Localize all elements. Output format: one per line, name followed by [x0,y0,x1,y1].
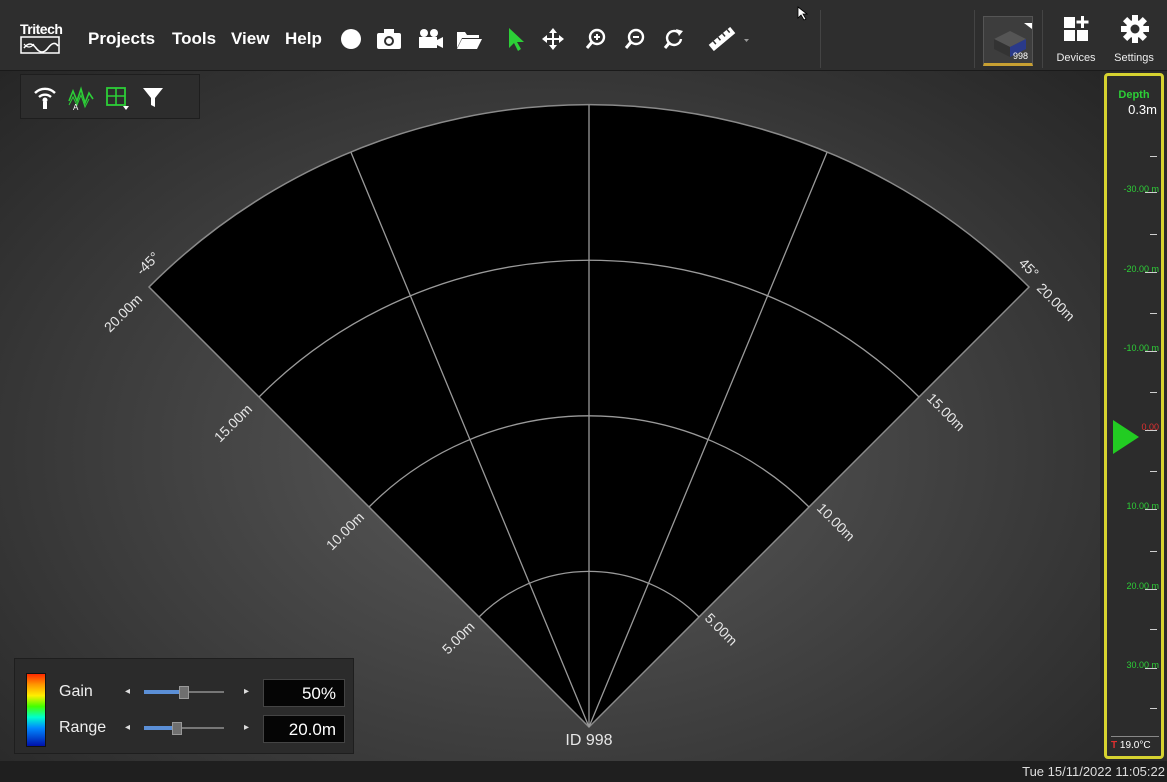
temperature-value: 19.0°C [1119,740,1151,751]
depth-position-marker [1113,420,1139,454]
filter-icon[interactable] [139,83,167,111]
depth-scale-tick [1150,313,1157,314]
pan-move-icon[interactable] [538,24,568,54]
depth-scale-tick [1150,234,1157,235]
sonar-id-label: ID 998 [565,732,612,749]
reset-view-icon[interactable] [659,24,689,54]
gain-range-panel: Gain ◂ ▸ 50% Range ◂ ▸ 20.0m [14,658,354,754]
depth-scale-tick [1150,471,1157,472]
depth-scale-tick [1150,708,1157,709]
menu-view[interactable]: View [231,29,269,49]
range-value-field[interactable]: 20.0m [263,715,345,743]
depth-scale-tick [1150,156,1157,157]
range-label-left-10m: 10.00m [323,509,367,553]
display-filter-bar: A [20,74,200,119]
select-pointer-icon[interactable] [500,24,530,54]
depth-scale-tick [1150,551,1157,552]
logo-text: Tritech [20,21,63,37]
gain-value-field[interactable]: 50% [263,679,345,707]
depth-scale-label: 30.00 m [1126,660,1159,670]
folder-open-icon[interactable] [454,24,484,54]
toolbar-separator [974,10,975,68]
device-id-label: 998 [1012,51,1028,61]
range-label-right-20m: 20.00m [1034,280,1078,324]
menu-tools[interactable]: Tools [172,29,216,49]
gain-slider[interactable] [144,685,224,699]
logo-wave-icon [20,36,60,54]
toolbar-separator [1042,10,1043,68]
zoom-out-icon[interactable] [620,24,650,54]
top-toolbar: Tritech Projects Tools View Help 998 Dev… [0,0,1167,71]
depth-scale-label: -30.00 m [1123,184,1159,194]
video-camera-icon[interactable] [415,24,445,54]
depth-gauge: Depth 0.3m -30.00 m -20.00 m -10.00 m 0.… [1104,73,1164,759]
settings-label: Settings [1114,52,1154,64]
gain-increase-arrow-icon[interactable]: ▸ [244,686,249,697]
range-label-right-5m: 5.00m [702,610,741,649]
range-label: Range [59,719,107,736]
devices-label: Devices [1056,52,1096,64]
color-palette-bar[interactable] [26,673,46,747]
auto-gain-icon[interactable]: A [67,83,95,112]
gain-label: Gain [59,683,93,700]
depth-scale-label: 20.00 m [1126,581,1159,591]
depth-scale-label-zero: 0.00 [1141,422,1159,432]
settings-button[interactable]: Settings [1105,12,1163,68]
range-label-right-10m: 10.00m [814,500,858,544]
depth-scale-tick [1150,629,1157,630]
depth-scale-tick [1150,392,1157,393]
status-datetime: Tue 15/11/2022 11:05:22 [1022,764,1165,779]
status-bar: Tue 15/11/2022 11:05:22 [0,761,1167,782]
range-increase-arrow-icon[interactable]: ▸ [244,722,249,733]
tritech-logo: Tritech [20,22,76,60]
devices-button[interactable]: Devices [1047,12,1105,68]
measure-ruler-icon[interactable] [706,24,750,54]
water-temperature: T 19.0°C [1111,736,1159,754]
gain-slider-thumb[interactable] [179,686,189,699]
signal-broadcast-icon[interactable] [31,83,59,111]
gear-icon [1121,15,1149,43]
gain-decrease-arrow-icon[interactable]: ◂ [125,686,130,697]
range-label-left-5m: 5.00m [439,618,478,657]
depth-scale-label: 10.00 m [1126,501,1159,511]
devices-add-icon [1064,16,1089,41]
grid-overlay-icon[interactable] [103,83,131,111]
mouse-cursor-icon [797,6,809,21]
temperature-prefix: T [1111,740,1118,751]
menu-projects[interactable]: Projects [88,29,155,49]
camera-icon[interactable] [374,24,404,54]
device-thumbnail[interactable]: 998 [983,16,1033,66]
zoom-in-icon[interactable] [581,24,611,54]
range-label-left-20m: 20.00m [101,291,145,335]
depth-scale-label: -20.00 m [1123,264,1159,274]
record-icon[interactable] [336,24,366,54]
depth-scale-label: -10.00 m [1123,343,1159,353]
range-decrease-arrow-icon[interactable]: ◂ [125,722,130,733]
sector-left-angle-label: -45° [133,249,163,279]
svg-text:A: A [73,103,79,111]
range-label-left-15m: 15.00m [211,401,255,445]
depth-value: 0.3m [1128,102,1157,117]
range-slider[interactable] [144,721,224,735]
range-label-right-15m: 15.00m [924,390,968,434]
toolbar-separator [820,10,821,68]
depth-title: Depth [1118,89,1150,101]
range-slider-thumb[interactable] [172,722,182,735]
menu-help[interactable]: Help [285,29,322,49]
